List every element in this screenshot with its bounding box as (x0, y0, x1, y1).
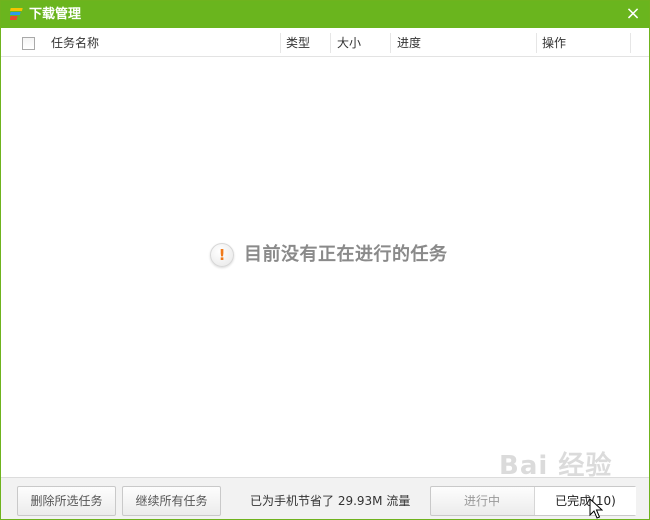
tab-in-progress[interactable]: 进行中 (431, 487, 533, 515)
exclamation-symbol: ! (218, 246, 226, 264)
mouse-cursor-icon (589, 498, 603, 519)
empty-state-message: 目前没有正在进行的任务 (244, 244, 448, 265)
column-divider (330, 33, 331, 53)
select-all-checkbox[interactable] (22, 37, 35, 50)
column-header-size[interactable]: 大小 (337, 29, 361, 57)
column-divider (630, 33, 631, 53)
close-icon[interactable]: × (623, 4, 643, 24)
exclamation-icon: ! (210, 243, 234, 267)
tab-completed[interactable]: 已完成(10) (534, 487, 636, 515)
footer-bar: 删除所选任务 继续所有任务 已为手机节省了 29.93M 流量 进行中 已完成(… (1, 477, 649, 519)
task-table-header: 任务名称 类型 大小 进度 操作 (1, 29, 649, 57)
task-status-tabs: 进行中 已完成(10) (430, 486, 636, 516)
column-header-task-name[interactable]: 任务名称 (51, 29, 99, 57)
column-divider (280, 33, 281, 53)
column-header-actions[interactable]: 操作 (542, 29, 566, 57)
data-saved-status: 已为手机节省了 29.93M 流量 (250, 494, 411, 508)
window-title: 下载管理 (29, 7, 82, 22)
resume-all-button[interactable]: 继续所有任务 (122, 486, 221, 516)
empty-task-list: ! 目前没有正在进行的任务 (1, 241, 649, 269)
title-bar: 下载管理 × (1, 1, 649, 28)
delete-selected-button[interactable]: 删除所选任务 (17, 486, 116, 516)
column-header-type[interactable]: 类型 (286, 29, 310, 57)
download-manager-window: 下载管理 × 任务名称 类型 大小 进度 操作 ! 目前没有正在进行的任务 Ba… (0, 0, 650, 520)
app-logo-icon (10, 8, 23, 20)
column-divider (536, 33, 537, 53)
column-header-progress[interactable]: 进度 (397, 29, 421, 57)
column-divider (390, 33, 391, 53)
